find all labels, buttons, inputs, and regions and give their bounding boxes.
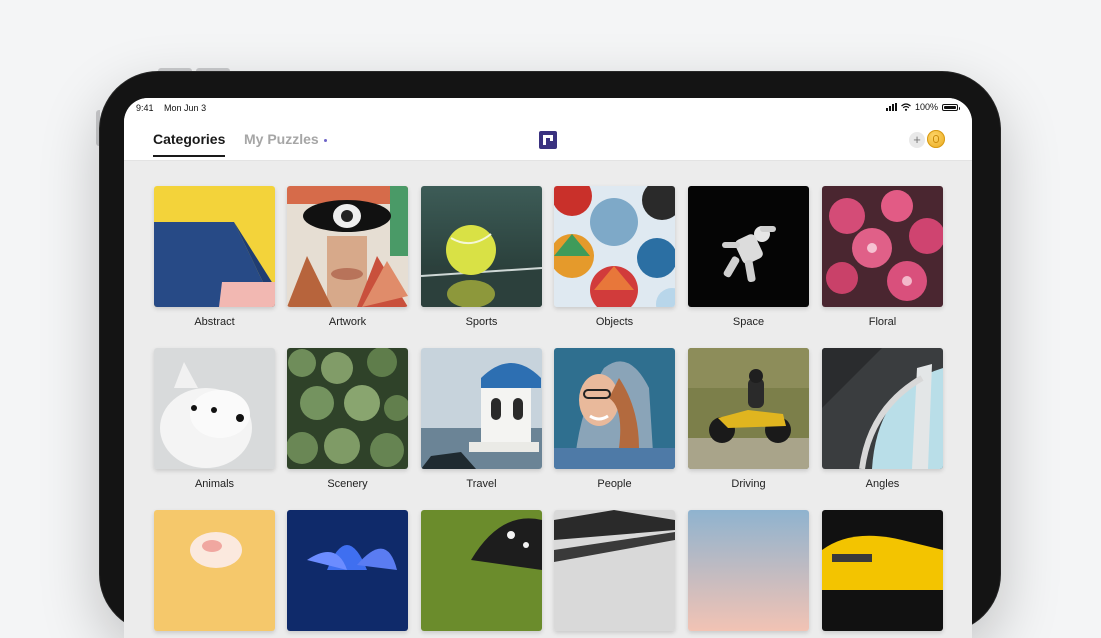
active-tab-underline bbox=[153, 155, 226, 157]
tab-my-puzzles[interactable]: My Puzzles bbox=[244, 131, 327, 147]
status-bar: 9:41 Mon Jun 3 100% bbox=[124, 98, 972, 120]
signal-icon bbox=[885, 103, 897, 111]
plant-thumbnail bbox=[287, 510, 408, 631]
category-label: Scenery bbox=[327, 478, 368, 490]
category-label: Travel bbox=[466, 478, 497, 490]
category-label: Floral bbox=[868, 316, 897, 328]
car-thumbnail bbox=[822, 510, 943, 631]
status-time: 9:41 bbox=[136, 103, 154, 113]
architecture-thumbnail bbox=[554, 510, 675, 631]
travel-thumbnail bbox=[421, 348, 542, 469]
top-nav: Categories My Puzzles + bbox=[124, 120, 972, 161]
tab-categories-label: Categories bbox=[153, 131, 226, 147]
floral-thumbnail bbox=[822, 186, 943, 307]
tab-my-puzzles-label: My Puzzles bbox=[244, 131, 319, 147]
objects-thumbnail bbox=[554, 186, 675, 307]
butterfly-thumbnail bbox=[421, 510, 542, 631]
scenery-thumbnail bbox=[287, 348, 408, 469]
animals-thumbnail bbox=[154, 348, 275, 469]
tablet-device: 9:41 Mon Jun 3 100% Categories My Puzzle… bbox=[100, 72, 1000, 638]
category-label: Angles bbox=[865, 478, 900, 490]
abstract-thumbnail bbox=[154, 186, 275, 307]
category-label: Animals bbox=[194, 478, 235, 490]
dessert-thumbnail bbox=[154, 510, 275, 631]
category-label: Space bbox=[732, 316, 765, 328]
battery-icon bbox=[942, 103, 960, 111]
coin-icon[interactable] bbox=[927, 130, 945, 148]
status-date: Mon Jun 3 bbox=[164, 103, 207, 113]
artwork-thumbnail bbox=[287, 186, 408, 307]
add-coins-button[interactable]: + bbox=[909, 132, 925, 148]
wifi-icon bbox=[901, 103, 911, 111]
category-label: Driving bbox=[731, 478, 766, 490]
puzzle-logo-icon[interactable] bbox=[538, 130, 558, 150]
new-indicator-dot bbox=[323, 138, 327, 142]
app-screen: 9:41 Mon Jun 3 100% Categories My Puzzle… bbox=[124, 98, 972, 638]
angles-thumbnail bbox=[822, 348, 943, 469]
tab-categories[interactable]: Categories bbox=[153, 131, 226, 157]
sky-thumbnail bbox=[688, 510, 809, 631]
people-thumbnail bbox=[554, 348, 675, 469]
category-label: Abstract bbox=[194, 316, 235, 328]
plus-icon: + bbox=[913, 132, 921, 147]
category-label: Objects bbox=[595, 316, 634, 328]
category-label: Artwork bbox=[328, 316, 367, 328]
category-label: Sports bbox=[465, 316, 498, 328]
driving-thumbnail bbox=[688, 348, 809, 469]
sports-thumbnail bbox=[421, 186, 542, 307]
category-label: People bbox=[597, 478, 632, 490]
battery-percent: 100% bbox=[914, 102, 938, 112]
category-grid: Abstract Artwork Sports Objects Space Fl… bbox=[124, 160, 972, 638]
space-thumbnail bbox=[688, 186, 809, 307]
